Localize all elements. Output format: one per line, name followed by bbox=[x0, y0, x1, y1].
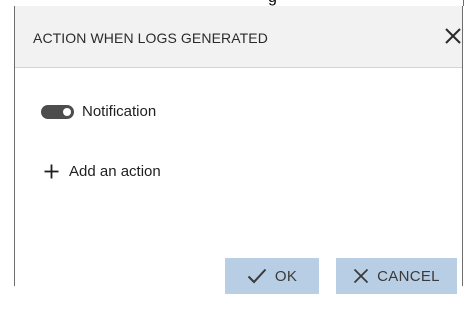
background-edge bbox=[463, 0, 464, 6]
ok-label: OK bbox=[274, 267, 298, 285]
close-icon bbox=[445, 28, 461, 44]
plus-icon bbox=[44, 164, 59, 179]
ok-button[interactable]: OK bbox=[225, 258, 319, 294]
dialog-header: ACTION WHEN LOGS GENERATED bbox=[15, 6, 462, 68]
action-dialog: ACTION WHEN LOGS GENERATED Notification … bbox=[14, 6, 463, 294]
checkmark-icon bbox=[247, 268, 267, 284]
notification-toggle[interactable] bbox=[41, 104, 74, 119]
cancel-button[interactable]: CANCEL bbox=[336, 258, 457, 294]
cancel-label: CANCEL bbox=[377, 267, 440, 285]
toggle-knob bbox=[63, 107, 71, 116]
dialog-title: ACTION WHEN LOGS GENERATED bbox=[33, 30, 268, 46]
x-icon bbox=[354, 268, 369, 284]
add-action-label: Add an action bbox=[69, 163, 161, 180]
close-button[interactable] bbox=[443, 26, 463, 46]
notification-label: Notification bbox=[82, 103, 157, 120]
add-action-link[interactable]: Add an action bbox=[44, 163, 161, 180]
notification-row: Notification bbox=[41, 103, 156, 120]
